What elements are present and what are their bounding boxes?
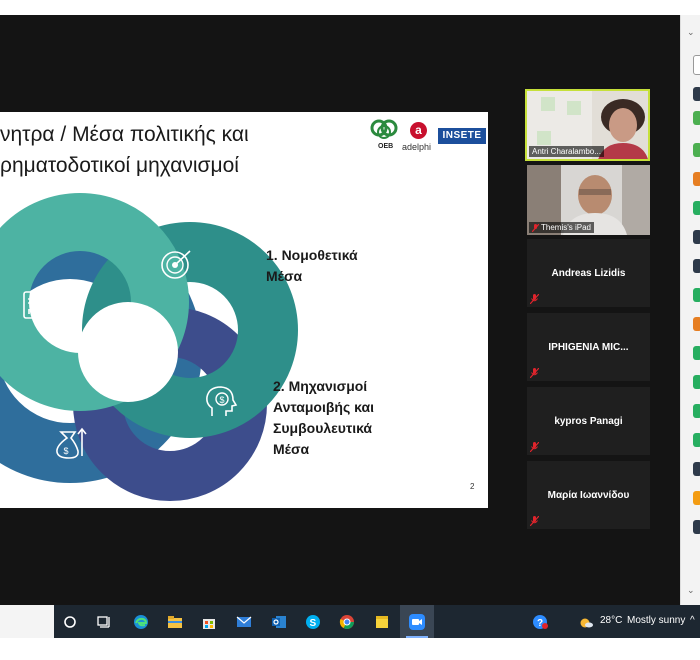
participant-name: Μαρία Ιωαννίδου [547,489,630,501]
avatar[interactable] [693,87,700,101]
avatar[interactable] [693,520,700,534]
slide-title-line2: ρηματοδοτικοί μηχανισμοί [0,154,239,177]
help-icon[interactable]: ? [532,614,548,630]
avatar[interactable] [693,462,700,476]
item2-line2: Ανταμοιβής και [273,399,374,415]
weather-sunny-icon[interactable] [578,614,594,630]
chevron-up-icon[interactable]: ^ [690,615,695,626]
avatar[interactable] [693,230,700,244]
zoom-taskbar-button[interactable] [400,605,434,638]
money-bag-growth-icon: $ [56,427,87,459]
participant-name-label: Themis's iPad [529,222,594,233]
sticky-notes-icon[interactable] [374,614,390,630]
avatar[interactable] [693,433,700,447]
file-explorer-icon[interactable] [167,614,183,630]
item2-line3: Συμβουλευτικά [273,420,373,436]
avatar[interactable] [693,111,700,125]
taskbar-search-box[interactable] [0,605,54,638]
adelphi-logo-text: adelphi [402,142,432,152]
edge-icon[interactable] [133,614,149,630]
item2-line1: 2. Μηχανισμοί [273,378,368,394]
slide-page-number: 2 [470,482,475,491]
task-view-icon[interactable] [96,614,112,630]
weather-temperature: 28°C [600,615,623,626]
bottom-bar [0,638,700,660]
participant-tile-video-1[interactable]: Antri Charalambo... [525,89,650,161]
participants-panel-edge: ⌄ ⌄ [680,15,700,605]
mic-muted-icon [530,516,539,526]
chrome-icon[interactable] [339,614,355,630]
avatar[interactable] [693,288,700,302]
mic-muted-icon [532,223,539,232]
item1-line2: Μέσα [266,268,303,284]
avatar[interactable] [693,201,700,215]
avatar[interactable] [693,172,700,186]
item1-text: 1. Νομοθετικά Μέσα [266,245,358,287]
search-input[interactable] [693,55,700,75]
mail-icon[interactable] [236,614,252,630]
participant-name: Antri Charalambo... [532,147,601,156]
participant-name: Themis's iPad [541,223,591,232]
avatar[interactable] [693,259,700,273]
adelphi-logo-mark: a [410,122,427,139]
svg-text:S: S [310,618,317,629]
mic-muted-icon [530,294,539,304]
center-hole [78,302,178,402]
svg-text:?: ? [537,618,543,629]
avatar[interactable] [693,491,700,505]
avatar[interactable] [693,375,700,389]
avatar[interactable] [693,143,700,157]
item2-line4: Μέσα [273,441,310,457]
participant-tile-4[interactable]: IPHIGENIA MIC... [527,313,650,381]
avatar[interactable] [693,404,700,418]
avatar[interactable] [693,317,700,331]
target-icon [161,250,191,279]
participant-tile-3[interactable]: Andreas Lizidis [527,239,650,307]
skype-icon[interactable]: S [305,614,321,630]
head-dollar-icon: $ [206,386,238,416]
chevron-down-icon[interactable]: ⌄ [687,585,695,596]
svg-text:$: $ [220,395,225,405]
top-bar [0,0,700,15]
svg-text:$: $ [64,446,69,456]
search-icon[interactable] [62,614,78,630]
slide-title-line1: νητρα / Μέσα πολιτικής και [0,123,249,146]
participant-tile-5[interactable]: kypros Panagi [527,387,650,455]
participant-tile-6[interactable]: Μαρία Ιωαννίδου [527,461,650,529]
item1-line1: 1. Νομοθετικά [266,247,358,263]
mic-muted-icon [530,442,539,452]
windows-taskbar: S ? 28°C Mostly sunny ^ [0,605,700,638]
participant-name-label: Antri Charalambo... [529,146,604,157]
item2-text: 2. Μηχανισμοί Ανταμοιβής και Συμβουλευτι… [273,376,374,460]
insete-logo: INSETE [438,128,486,144]
avatar[interactable] [693,346,700,360]
chevron-down-icon[interactable]: ⌄ [687,27,695,38]
weather-description: Mostly sunny [627,615,686,626]
zoom-icon [409,614,425,630]
outlook-icon[interactable] [271,614,287,630]
participant-name: Andreas Lizidis [551,267,626,279]
oeb-logo-text: OEB [378,143,394,150]
store-icon[interactable] [201,614,217,630]
participant-name: kypros Panagi [554,415,623,427]
document-chart-icon [23,291,51,319]
participant-tile-video-2[interactable]: Themis's iPad [527,165,650,235]
mic-muted-icon [530,368,539,378]
oeb-logo-icon [370,119,398,139]
participant-name: IPHIGENIA MIC... [548,341,629,353]
